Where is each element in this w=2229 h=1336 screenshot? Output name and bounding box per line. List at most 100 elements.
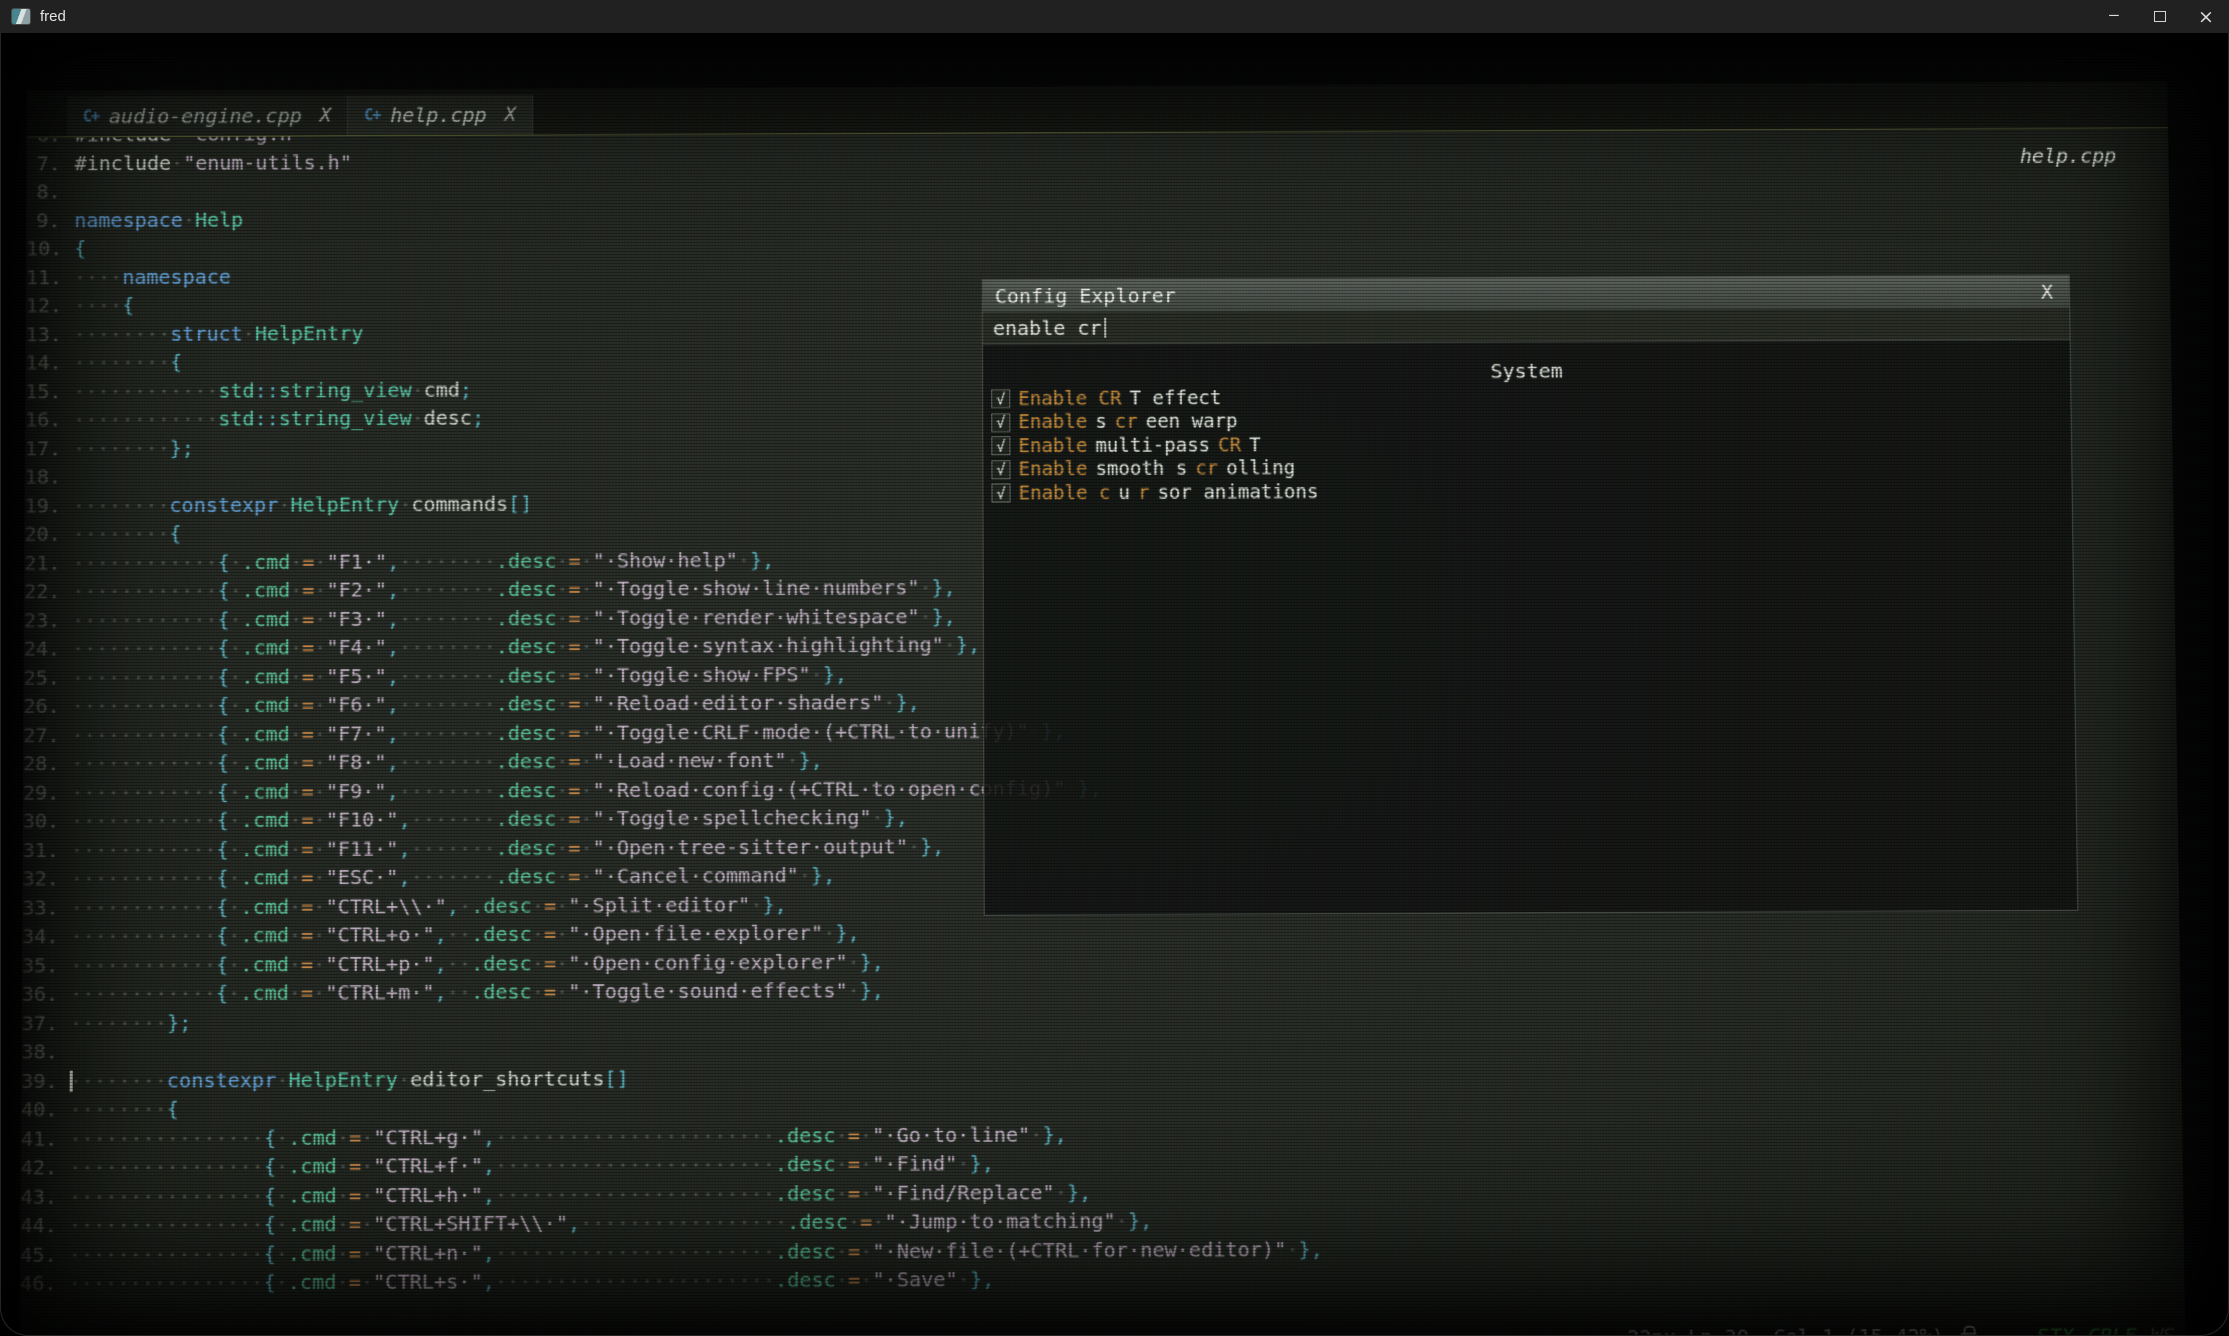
code-token: }, <box>1042 1122 1066 1146</box>
line-number: 32. <box>22 864 71 893</box>
code-token: · <box>412 377 424 401</box>
maximize-button[interactable] <box>2137 0 2183 33</box>
config-option[interactable]: √Enable cursor animations <box>991 477 2071 505</box>
tab-audio-engine.cpp[interactable]: C+audio-engine.cppX <box>67 95 348 136</box>
window-titlebar[interactable]: fred – × <box>0 0 2229 33</box>
tab-bar: C+audio-engine.cppXC+help.cppX <box>27 82 2168 138</box>
code-token: · <box>243 321 255 345</box>
code-token: }, <box>895 690 919 714</box>
checkbox-checked-icon[interactable]: √ <box>991 413 1010 432</box>
tab-help.cpp[interactable]: C+help.cppX <box>348 95 533 136</box>
line-number: 29. <box>23 778 71 807</box>
line-number: 14. <box>25 348 73 377</box>
status-flags: STXCRLFWS <box>2037 1323 2175 1336</box>
close-button[interactable]: × <box>2183 0 2229 33</box>
checkbox-checked-icon[interactable]: √ <box>991 389 1010 408</box>
code-token: · <box>361 1125 373 1149</box>
code-token: constexpr <box>167 1067 277 1092</box>
line-number: 13. <box>26 320 74 349</box>
code-token: · <box>171 150 183 174</box>
popup-titlebar[interactable]: Config Explorer X <box>983 275 2069 313</box>
tab-close-icon[interactable]: X <box>505 104 516 126</box>
option-label-part: een warp <box>1146 410 1238 432</box>
code-token: = <box>569 548 581 572</box>
code-token: ············ <box>70 952 216 977</box>
code-token: , <box>447 893 459 917</box>
code-token: · <box>314 578 326 602</box>
code-token: · <box>229 808 241 832</box>
code-token: ················ <box>69 1241 264 1266</box>
code-token: · <box>290 693 302 717</box>
config-options-panel: System √Enable CRT effect√Enable screen … <box>983 339 2077 914</box>
code-token: "·Open·tree-sitter·output" <box>593 834 908 860</box>
code-token: ········ <box>73 493 170 518</box>
code-token: { <box>216 865 228 889</box>
code-token: · <box>919 604 931 628</box>
mode-indicator: VIM <box>36 1331 76 1336</box>
code-token: "F4·" <box>326 635 387 659</box>
code-token: , <box>387 750 399 774</box>
code-token: · <box>580 806 592 830</box>
code-token: · <box>823 920 835 944</box>
code-token: ········ <box>73 435 170 459</box>
option-label-part: u <box>1118 482 1130 504</box>
code-token: "CTRL+\\·" <box>325 893 446 918</box>
status-flag-WS: WS <box>2150 1323 2175 1336</box>
code-token: }, <box>920 833 944 857</box>
code-token: · <box>556 749 568 773</box>
code-token: · <box>1286 1236 1298 1260</box>
code-token: · <box>532 951 544 975</box>
code-token: · <box>581 691 593 715</box>
tab-close-icon[interactable]: X <box>320 104 332 126</box>
checkbox-checked-icon[interactable]: √ <box>991 484 1010 503</box>
popup-close-icon[interactable]: X <box>2037 280 2057 304</box>
option-label-part: T effect <box>1129 387 1221 409</box>
minimize-button[interactable]: – <box>2091 0 2137 33</box>
code-token: · <box>229 837 241 861</box>
code-token: · <box>919 575 931 599</box>
popup-title: Config Explorer <box>995 283 1176 308</box>
code-token: "·Find/Replace" <box>872 1180 1055 1205</box>
line-number: 44. <box>20 1211 69 1240</box>
code-token: }, <box>799 748 823 772</box>
config-search-input[interactable]: enable cr <box>983 308 2070 344</box>
code-token: .desc <box>496 548 557 572</box>
code-token: · <box>860 1267 872 1291</box>
code-token: { <box>169 521 181 545</box>
cpp-file-icon: C+ <box>83 107 99 125</box>
code-token: .desc <box>496 605 557 629</box>
code-token: std <box>218 378 254 402</box>
option-label-part: cr <box>1115 411 1138 433</box>
crt-screen: 6.#include·"config.h"7.#include·"enum-ut… <box>0 33 2229 1336</box>
code-token: · <box>532 893 544 917</box>
code-token: { <box>167 1097 179 1121</box>
code-token: , <box>387 721 399 745</box>
line-number: 34. <box>22 922 71 951</box>
code-token: ················ <box>69 1125 264 1150</box>
minimize-icon: – <box>2109 5 2119 24</box>
code-token: ········ <box>399 778 496 803</box>
code-token: · <box>289 865 301 889</box>
code-token: ············ <box>73 407 218 432</box>
code-token: }; <box>167 1010 191 1034</box>
active-file-label: help.cpp <box>2020 144 2117 168</box>
code-token: , <box>398 836 410 860</box>
code-token: namespace <box>122 264 231 288</box>
code-token: · <box>314 692 326 716</box>
code-token: · <box>276 1067 288 1091</box>
code-token: ········ <box>399 634 496 659</box>
checkbox-checked-icon[interactable]: √ <box>991 437 1010 456</box>
code-token: · <box>229 635 241 659</box>
code-token: · <box>314 750 326 774</box>
checkbox-checked-icon[interactable]: √ <box>991 460 1010 479</box>
code-token: .desc <box>496 634 557 658</box>
code-token: · <box>944 632 956 656</box>
code-token: { <box>217 664 229 688</box>
code-token: · <box>314 807 326 831</box>
code-token: "·Toggle·CRLF·mode·(+CTRL·to·unify)" <box>593 718 1029 744</box>
code-token: · <box>581 634 593 658</box>
code-token: · <box>581 577 593 601</box>
code-token: = <box>848 1122 860 1146</box>
code-token: "CTRL+p·" <box>325 951 434 976</box>
code-token: "CTRL+o·" <box>325 922 434 947</box>
